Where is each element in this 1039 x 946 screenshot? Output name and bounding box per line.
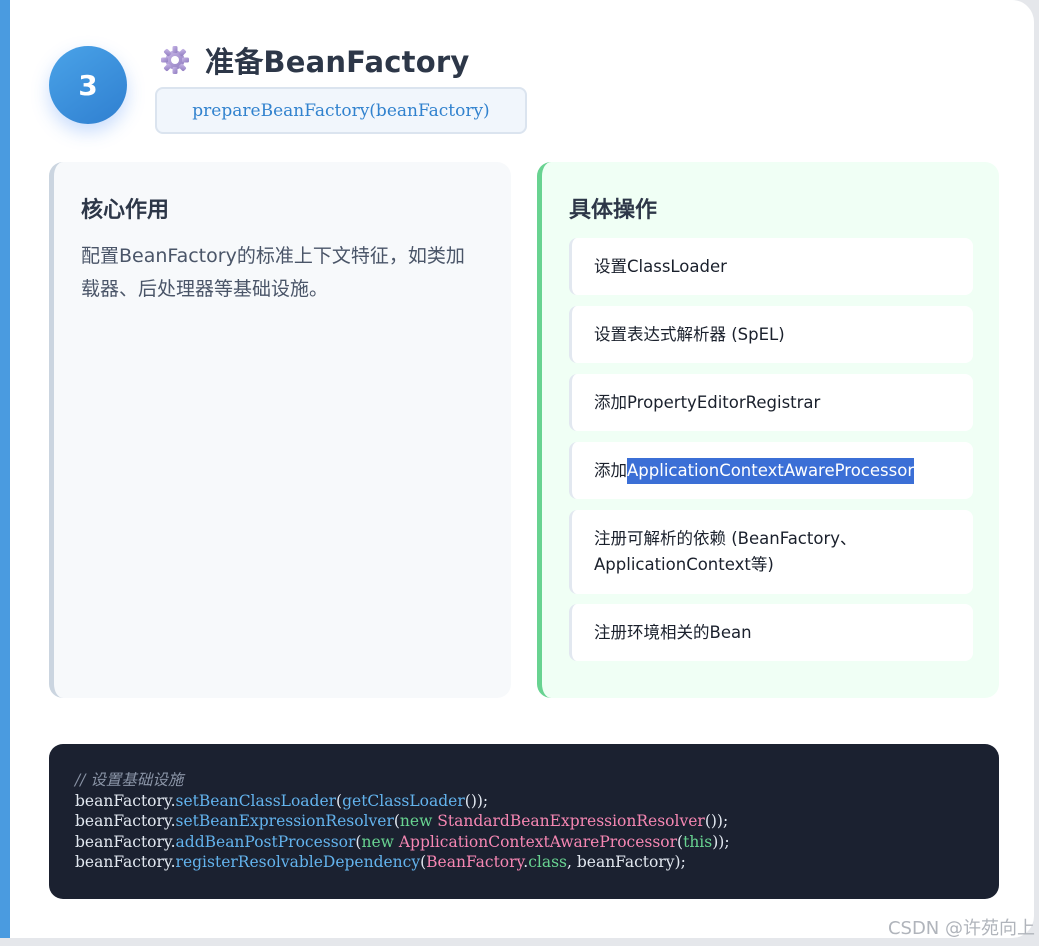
card-accent-bar [0,0,10,938]
code-class: ApplicationContextAwareProcessor [398,832,678,851]
code-punct: ()); [704,812,729,830]
code-method: addBeanPostProcessor [175,832,356,851]
operation-text: 设置表达式解析器 (SpEL) [594,324,785,344]
code-line: beanFactory.setBeanExpressionResolver(ne… [75,811,999,832]
code-method: setBeanExpressionResolver [175,812,394,830]
code-punct: )); [712,832,730,851]
operation-text: 注册环境相关的Bean [594,622,752,642]
step-card: 3 准备BeanFactory prepareBeanFactory(beanF… [0,0,1034,938]
page-title: 准备BeanFactory [205,45,470,79]
code-method-call: getClassLoader [342,791,465,810]
code-object: beanFactory. [75,812,176,830]
core-purpose-description: 配置BeanFactory的标准上下文特征，如类加载器、后处理器等基础设施。 [81,245,465,300]
code-class: StandardBeanExpressionResolver [437,812,705,830]
code-keyword: new [399,812,438,830]
watermark: CSDN @许苑向上 [887,918,1035,939]
code-keyword: this [683,832,713,851]
gear-icon [161,46,189,74]
operation-item: 添加 ApplicationContextAwareProcessor [569,442,973,499]
core-purpose-panel: 核心作用 配置BeanFactory的标准上下文特征，如类加载器、后处理器等基础… [49,162,511,698]
code-punct: ()); [464,791,489,810]
code-object: beanFactory. [75,791,176,810]
operation-item: 注册可解析的依赖 (BeanFactory、 ApplicationContex… [569,510,973,594]
operation-item: 设置ClassLoader [569,238,973,295]
code-comment-line: // 设置基础设施 [75,770,999,791]
operation-item: 设置表达式解析器 (SpEL) [569,306,973,363]
operation-item: 添加PropertyEditorRegistrar [569,374,973,431]
code-line: beanFactory.setBeanClassLoader(getClassL… [75,791,999,812]
code-punct: , beanFactory); [567,853,686,871]
code-object: beanFactory. [75,832,176,851]
code-method: setBeanClassLoader [175,791,337,810]
operation-text-line1: 注册可解析的依赖 (BeanFactory、 [594,529,857,548]
core-purpose-heading: 核心作用 [81,198,170,223]
code-block: // 设置基础设施 beanFactory.setBeanClassLoader(… [49,744,999,899]
code-class: BeanFactory [426,853,524,871]
operation-item: 注册环境相关的Bean [569,604,973,661]
code-comment: // 设置基础设施 [75,771,184,789]
operation-text: 添加PropertyEditorRegistrar [594,392,821,412]
selected-text-highlight[interactable]: ApplicationContextAwareProcessor [627,457,915,484]
operations-heading: 具体操作 [569,198,658,223]
code-line: beanFactory.addBeanPostProcessor(new App… [75,832,999,853]
code-object: beanFactory. [75,853,176,871]
code-line: beanFactory.registerResolvableDependency… [75,852,999,873]
step-number-badge: 3 [49,46,127,124]
operation-text-line2: ApplicationContext等) [594,555,774,574]
operation-text: 设置ClassLoader [594,256,727,276]
operation-text-prefix: 添加 [594,460,627,480]
code-keyword: class [528,853,567,871]
operations-panel: 具体操作 设置ClassLoader 设置表达式解析器 (SpEL) 添加Pro… [537,162,999,698]
code-method: registerResolvableDependency [175,853,421,871]
code-keyword: new [361,832,399,851]
method-signature: prepareBeanFactory(beanFactory) [155,87,527,134]
title-row: 准备BeanFactory [159,40,469,80]
